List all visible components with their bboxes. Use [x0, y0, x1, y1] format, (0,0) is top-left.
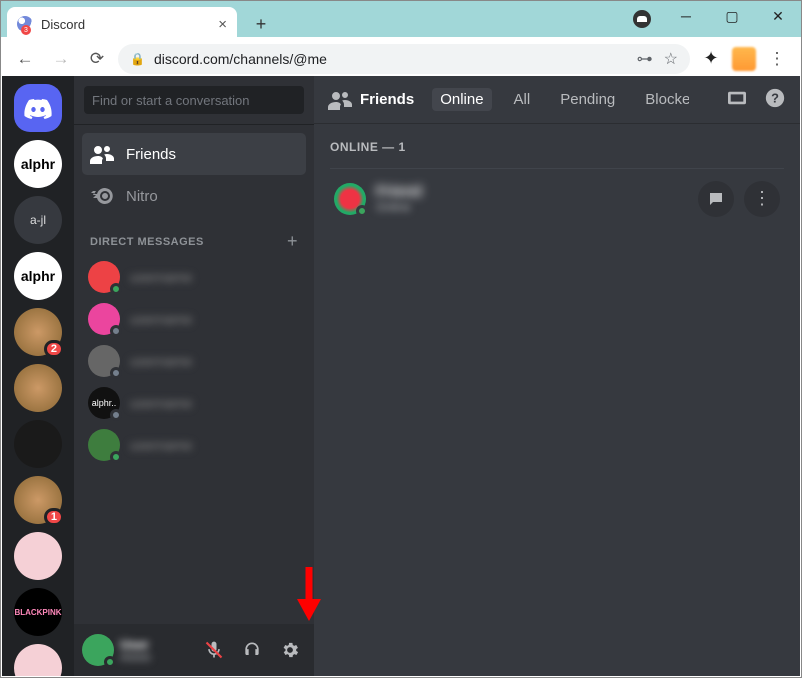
friend-avatar: [334, 183, 366, 215]
dm-username: username: [130, 269, 192, 285]
dm-username: username: [130, 395, 192, 411]
browser-toolbar: ← → ⟳ 🔒 discord.com/channels/@me ⊶ ☆ ✦ ⋮: [2, 40, 800, 78]
browser-tab-active[interactable]: 3 Discord ×: [7, 7, 237, 41]
status-dot: [110, 367, 122, 379]
friend-name: Friend: [376, 183, 688, 200]
filter-blocked[interactable]: Blocked: [637, 88, 689, 111]
tab-close-button[interactable]: ×: [218, 16, 227, 33]
mute-mic-button[interactable]: [198, 634, 230, 666]
friend-row[interactable]: Friend Online ⋮: [330, 168, 784, 228]
deafen-button[interactable]: [236, 634, 268, 666]
dm-item[interactable]: username: [82, 298, 306, 340]
url-text: discord.com/channels/@me: [154, 51, 327, 67]
message-friend-button[interactable]: [698, 181, 734, 217]
dm-header-label: DIRECT MESSAGES: [90, 236, 204, 248]
server-icon[interactable]: alphr: [14, 252, 62, 300]
browser-menu-button[interactable]: ⋮: [762, 44, 792, 74]
user-panel: User #0000: [74, 624, 314, 676]
forward-button[interactable]: →: [46, 44, 76, 74]
discord-app: alphr a-jl alphr 2 1 BLACKPINK Find or start …: [2, 76, 800, 676]
help-icon[interactable]: ?: [764, 87, 786, 113]
server-badge: 1: [44, 508, 64, 526]
quick-switcher-button[interactable]: Find or start a conversation: [84, 86, 304, 114]
server-icon[interactable]: [14, 420, 62, 468]
new-tab-button[interactable]: +: [247, 10, 275, 38]
sidebar-nitro-label: Nitro: [126, 188, 158, 205]
tab-notification-badge: 3: [21, 25, 31, 35]
dm-item[interactable]: alphr.. username: [82, 382, 306, 424]
dm-username: username: [130, 311, 192, 327]
status-dot: [110, 451, 122, 463]
window-minimize-button[interactable]: ─: [663, 1, 709, 31]
server-icon[interactable]: BLACKPINK: [14, 588, 62, 636]
status-dot: [110, 283, 122, 295]
server-icon[interactable]: [14, 644, 62, 676]
server-badge: 2: [44, 340, 64, 358]
dm-avatar: [88, 429, 120, 461]
friends-icon: [328, 90, 352, 110]
channel-sidebar: Find or start a conversation Friends Nit…: [74, 76, 314, 676]
dm-section-header: DIRECT MESSAGES +: [82, 217, 306, 256]
tab-title: Discord: [41, 17, 85, 32]
dm-avatar: [88, 261, 120, 293]
filter-all[interactable]: All: [506, 88, 539, 111]
create-dm-button[interactable]: +: [287, 231, 298, 252]
friends-header: Friends Online All Pending Blocked ?: [314, 76, 800, 124]
key-icon[interactable]: ⊶: [637, 49, 650, 69]
browser-tabstrip: 3 Discord × +: [7, 6, 275, 42]
dm-avatar: [88, 345, 120, 377]
user-settings-button[interactable]: [274, 634, 306, 666]
svg-text:?: ?: [771, 90, 779, 105]
friend-status: Online: [376, 200, 688, 214]
self-status-dot: [104, 656, 116, 668]
lock-icon: 🔒: [130, 52, 145, 66]
dm-avatar: alphr..: [88, 387, 120, 419]
window-close-button[interactable]: ✕: [755, 1, 801, 31]
server-icon[interactable]: 2: [14, 308, 62, 356]
sidebar-item-nitro[interactable]: Nitro: [82, 175, 306, 217]
status-dot: [110, 409, 122, 421]
sidebar-friends-label: Friends: [126, 146, 176, 163]
server-rail: alphr a-jl alphr 2 1 BLACKPINK: [2, 76, 74, 676]
back-button[interactable]: ←: [10, 44, 40, 74]
online-count-header: ONLINE — 1: [330, 140, 784, 154]
server-icon[interactable]: alphr: [14, 140, 62, 188]
dm-username: username: [130, 437, 192, 453]
self-avatar[interactable]: [82, 634, 114, 666]
bookmark-star-icon[interactable]: ☆: [664, 49, 678, 69]
server-icon[interactable]: [14, 364, 62, 412]
server-icon[interactable]: [14, 532, 62, 580]
self-username: User: [120, 637, 192, 652]
dm-item[interactable]: username: [82, 340, 306, 382]
main-content: Friends Online All Pending Blocked ? ONL…: [314, 76, 800, 676]
filter-online[interactable]: Online: [432, 88, 491, 111]
server-icon[interactable]: a-jl: [14, 196, 62, 244]
window-maximize-button[interactable]: ▢: [709, 1, 755, 31]
friend-status-dot: [356, 205, 368, 217]
home-button[interactable]: [14, 84, 62, 132]
extensions-button[interactable]: ✦: [696, 44, 726, 74]
nitro-icon: [90, 186, 114, 206]
address-bar[interactable]: 🔒 discord.com/channels/@me ⊶ ☆: [118, 44, 690, 74]
server-icon[interactable]: 1: [14, 476, 62, 524]
dm-item[interactable]: username: [82, 256, 306, 298]
friends-title: Friends: [360, 91, 414, 108]
friends-icon: [90, 144, 114, 164]
status-dot: [110, 325, 122, 337]
dm-avatar: [88, 303, 120, 335]
new-group-dm-icon[interactable]: [726, 89, 748, 111]
self-tag: #0000: [120, 652, 192, 664]
dm-username: username: [130, 353, 192, 369]
dm-item[interactable]: username: [82, 424, 306, 466]
incognito-icon: [633, 10, 651, 28]
reload-button[interactable]: ⟳: [82, 44, 112, 74]
extension-icon[interactable]: [732, 47, 756, 71]
friend-more-button[interactable]: ⋮: [744, 181, 780, 217]
sidebar-item-friends[interactable]: Friends: [82, 133, 306, 175]
filter-pending[interactable]: Pending: [552, 88, 623, 111]
